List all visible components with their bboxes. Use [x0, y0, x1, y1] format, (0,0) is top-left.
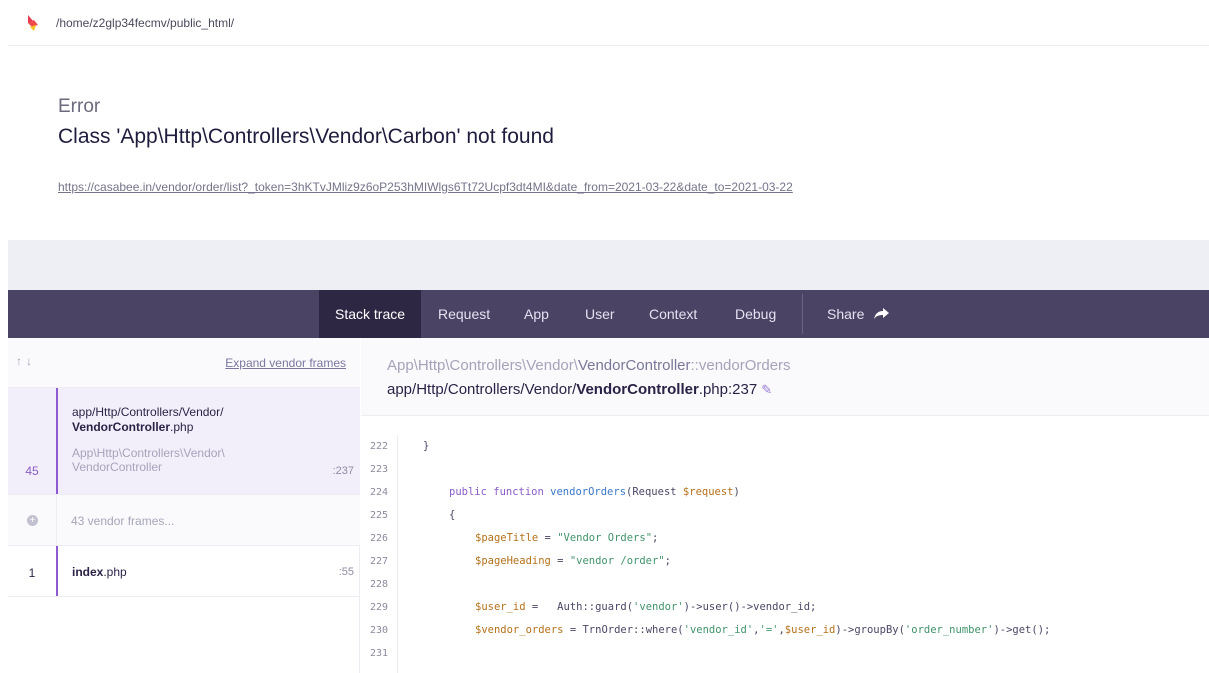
code-lines: 222} 223 224 public function vendorOrders… — [361, 435, 1209, 665]
stack-frame-index[interactable]: 1 index.php :55 — [8, 546, 360, 597]
code-line: 224 public function vendorOrders(Request … — [369, 486, 740, 498]
tab-navigation: Stack trace Request App User Context Deb… — [8, 290, 1209, 338]
stack-frames-header: ↑↓ Expand vendor frames — [8, 338, 360, 388]
frame-number: 1 — [28, 566, 36, 580]
code-line: 230 $vendor_orders = TrnOrder::where('ven… — [369, 624, 1051, 636]
frame-number: 45 — [25, 464, 39, 478]
nav-divider — [802, 294, 803, 334]
tab-app[interactable]: App — [508, 290, 565, 338]
frame-line-number: :55 — [338, 566, 354, 578]
request-url-link[interactable]: https://casabee.in/vendor/order/list?_to… — [58, 180, 793, 194]
share-button[interactable]: Share — [811, 290, 906, 338]
frame-method: App\Http\Controllers\Vendor\VendorContro… — [387, 357, 791, 374]
top-bar: /home/z2glp34fecmv/public_html/ — [8, 0, 1209, 46]
frame-body: index.php :55 — [56, 546, 360, 596]
frame-class: App\Http\Controllers\Vendor\ VendorContr… — [72, 446, 225, 474]
frame-body: app/Http/Controllers/Vendor/ VendorContr… — [56, 388, 360, 494]
frame-line-number: :237 — [332, 465, 354, 477]
app-logo-icon — [28, 15, 38, 31]
tab-stack-trace[interactable]: Stack trace — [319, 290, 422, 338]
code-line: 222} — [369, 440, 430, 452]
tab-context[interactable]: Context — [633, 290, 713, 338]
code-line: 223 — [369, 464, 389, 475]
tab-user[interactable]: User — [569, 290, 631, 338]
frame-file: app/Http/Controllers/Vendor/VendorContro… — [387, 381, 773, 398]
code-line: 228 — [369, 579, 389, 590]
tab-request[interactable]: Request — [422, 290, 506, 338]
code-line: 229 $user_id = Auth::guard('vendor')->use… — [369, 601, 817, 613]
edit-pencil-icon[interactable]: ✎ — [761, 382, 772, 398]
code-line: 227 $pageHeading = "vendor /order"; — [369, 555, 671, 567]
frame-body: 43 vendor frames... — [56, 495, 360, 545]
code-line: 226 $pageTitle = "Vendor Orders"; — [369, 532, 659, 544]
frame-navigation-arrows-icon[interactable]: ↑↓ — [16, 354, 36, 368]
code-line: 225{ — [369, 509, 456, 521]
error-type: Error — [58, 96, 101, 117]
frame-file-path: app/Http/Controllers/Vendor/ VendorContr… — [72, 405, 224, 434]
plus-circle-icon: + — [27, 515, 38, 526]
code-line: 231 — [369, 648, 389, 659]
expand-vendor-frames-link[interactable]: Expand vendor frames — [225, 356, 346, 370]
vendor-frames-collapsed[interactable]: + 43 vendor frames... — [8, 495, 360, 546]
stack-frames-panel: ↑↓ Expand vendor frames 45 app/Http/Cont… — [8, 338, 360, 673]
stack-frame-selected[interactable]: 45 app/Http/Controllers/Vendor/ VendorCo… — [8, 388, 360, 495]
error-summary: Error Class 'App\Http\Controllers\Vendor… — [8, 46, 1209, 240]
share-arrow-icon — [874, 308, 890, 319]
vendor-frames-label: 43 vendor frames... — [71, 514, 175, 528]
spacer-band — [8, 240, 1209, 290]
project-path: /home/z2glp34fecmv/public_html/ — [56, 16, 235, 30]
code-snippet-panel: App\Http\Controllers\Vendor\VendorContro… — [361, 338, 1209, 673]
frame-file-name: index.php — [72, 565, 127, 579]
error-message: Class 'App\Http\Controllers\Vendor\Carbo… — [58, 125, 554, 148]
share-label: Share — [827, 306, 865, 322]
tab-debug[interactable]: Debug — [719, 290, 792, 338]
frame-detail-header: App\Http\Controllers\Vendor\VendorContro… — [361, 338, 1209, 416]
